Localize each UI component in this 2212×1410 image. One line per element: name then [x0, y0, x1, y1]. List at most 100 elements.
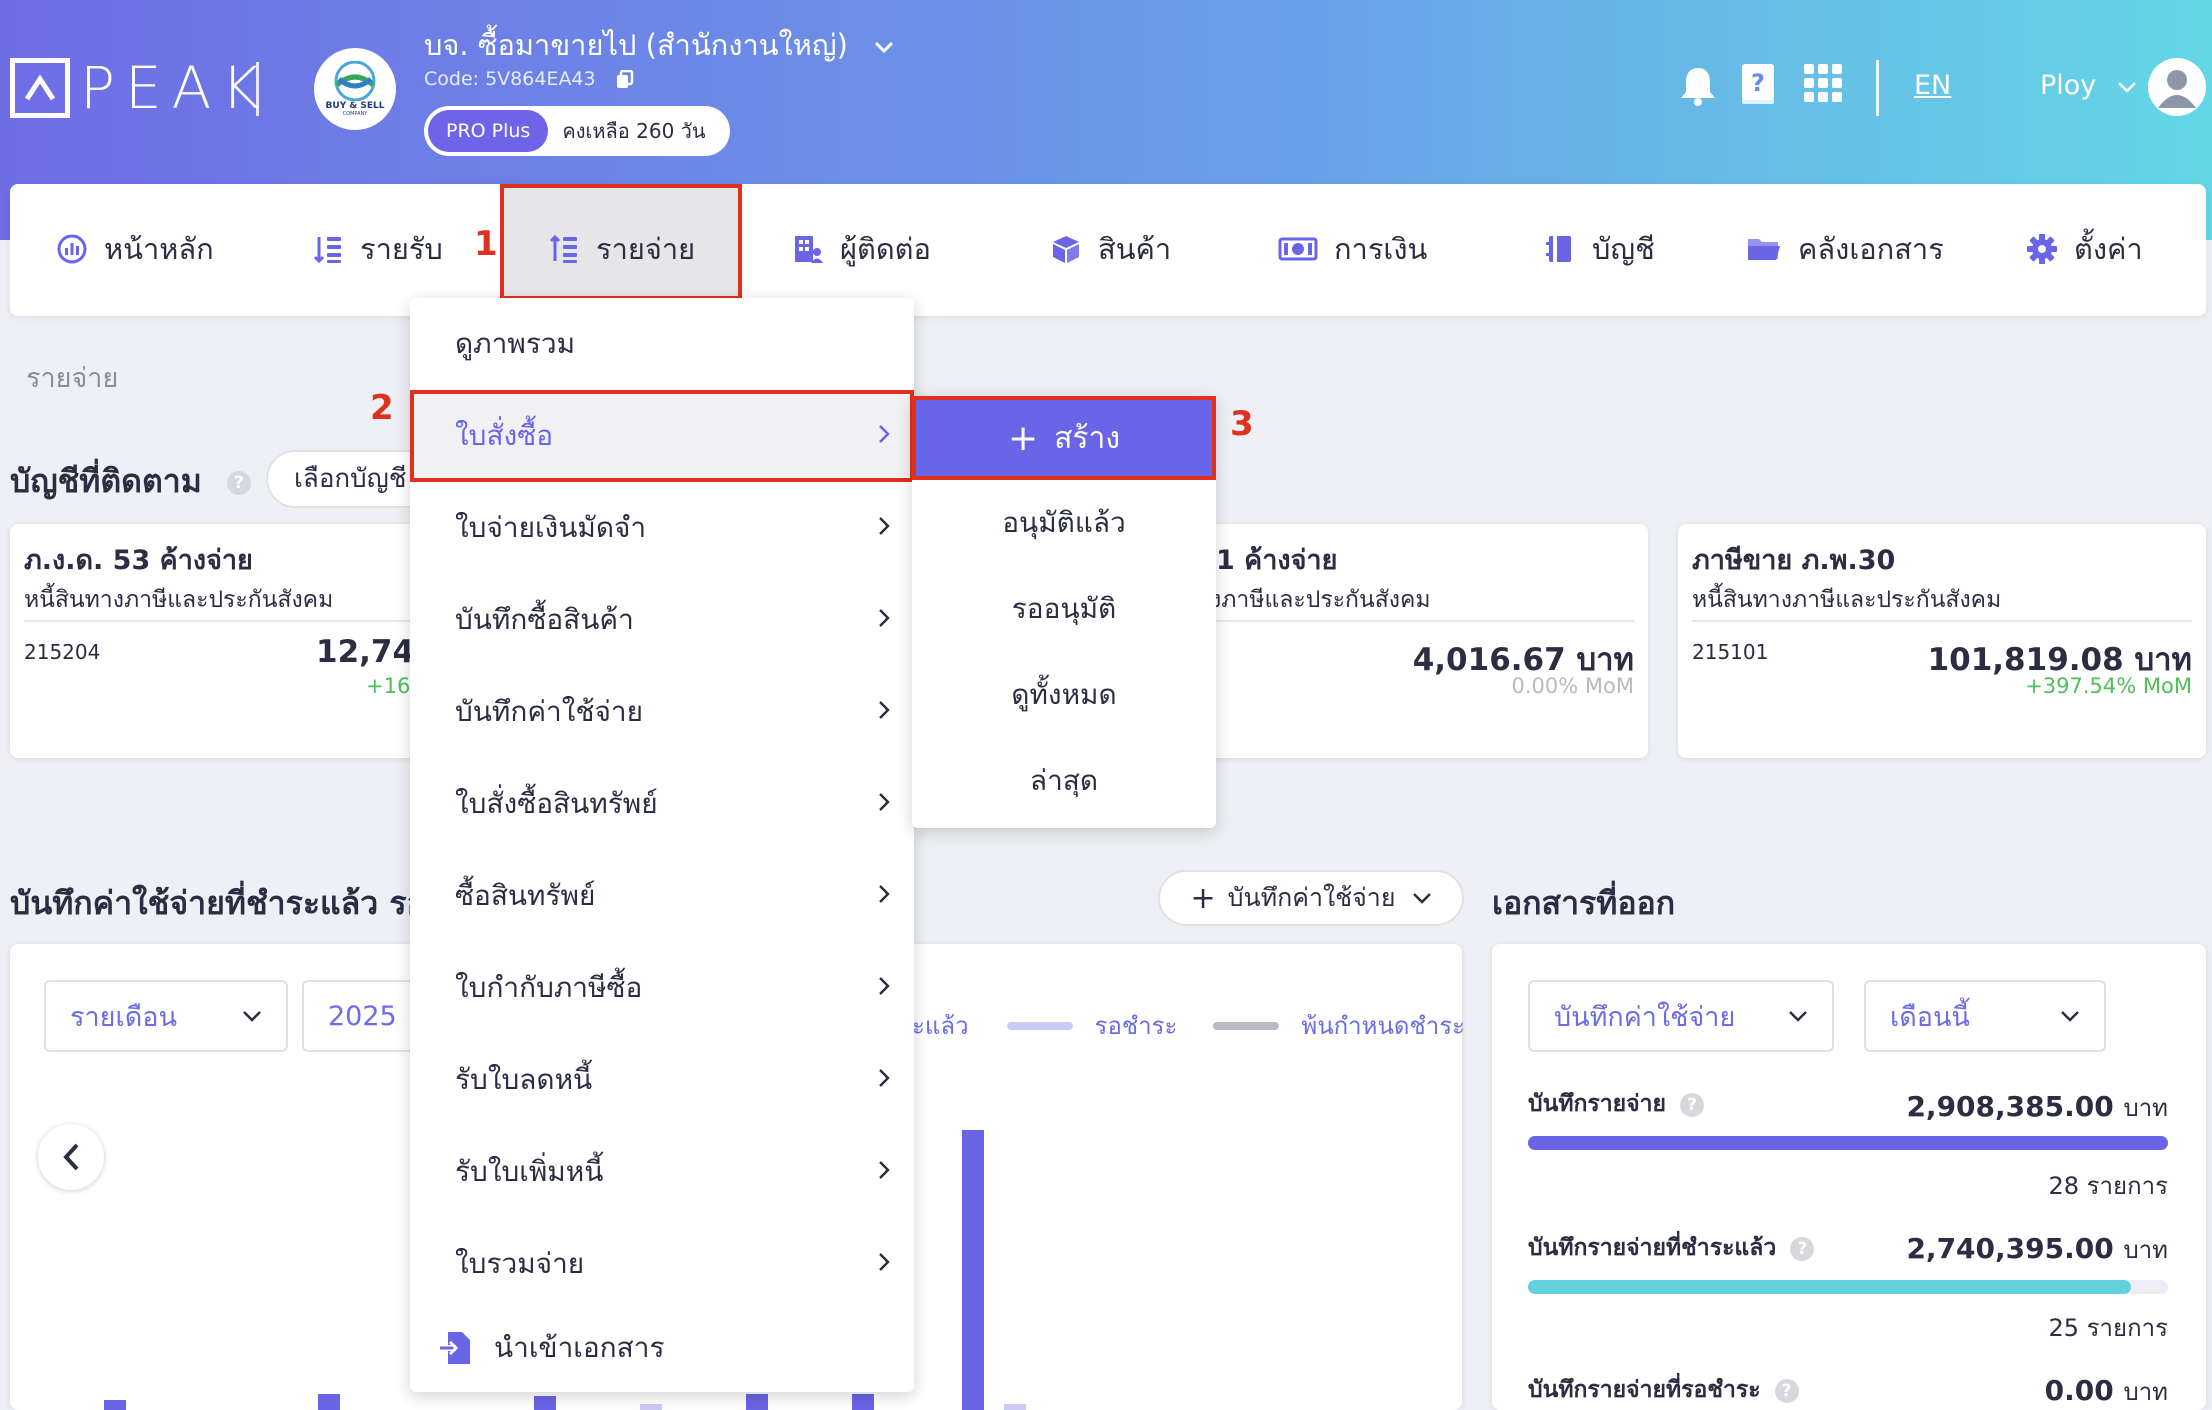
menu-item-purchase-goods[interactable]: บันทึกซื้อสินค้า	[410, 574, 914, 666]
summary-amount-unit: บาท	[2123, 1378, 2168, 1406]
help-icon[interactable]: ?	[226, 471, 251, 495]
menu-item-expense-record[interactable]: บันทึกค่าใช้จ่าย	[410, 666, 914, 758]
help-book-icon[interactable]: ?	[1740, 62, 1776, 106]
watched-card-2[interactable]: 1 ค้างจ่าย งภาษีและประกันสังคม 4,016.67 …	[1180, 524, 1648, 758]
menu-item-label: ใบรวมจ่าย	[455, 1247, 585, 1280]
doc-period-select[interactable]: เดือนนี้	[1864, 980, 2106, 1052]
card-divider	[1210, 620, 1634, 622]
help-icon[interactable]: ?	[1790, 1236, 1815, 1261]
chevron-right-icon	[879, 977, 890, 995]
menu-item-combined-payment[interactable]: ใบรวมจ่าย	[410, 1218, 914, 1310]
menu-item-purchase-tax-invoice[interactable]: ใบกำกับภาษีซื้อ	[410, 942, 914, 1034]
chevron-left-icon	[63, 1143, 79, 1171]
nav-item-accounts[interactable]: บัญชี	[1544, 224, 1655, 274]
peak-logo[interactable]: PEAK	[10, 58, 269, 118]
menu-item-overview[interactable]: ดูภาพรวม	[410, 298, 914, 390]
menu-item-credit-note[interactable]: รับใบลดหนี้	[410, 1034, 914, 1126]
submenu-item-view-all[interactable]: ดูทั้งหมด	[912, 652, 1216, 738]
menu-item-label: ใบสั่งซื้อสินทรัพย์	[455, 787, 658, 820]
card-subtitle: งภาษีและประกันสังคม	[1210, 587, 1431, 613]
company-code: Code: 5V864EA43	[424, 68, 596, 90]
gear-icon	[2027, 234, 2057, 264]
summary-amount-unit: บาท	[2123, 1094, 2168, 1122]
menu-item-label: รับใบลดหนี้	[455, 1063, 593, 1096]
year-select[interactable]: 2025	[302, 980, 422, 1052]
plan-pill[interactable]: PRO Plus คงเหลือ 260 วัน	[424, 106, 730, 156]
menu-item-deposit-payment[interactable]: ใบจ่ายเงินมัดจำ	[410, 482, 914, 574]
watched-card-3[interactable]: ภาษีขาย ภ.พ.30 หนี้สินทางภาษีและประกันสั…	[1678, 524, 2206, 758]
box-icon	[1053, 236, 1079, 263]
nav-item-documents[interactable]: คลังเอกสาร	[1746, 224, 1944, 274]
menu-item-buy-asset[interactable]: ซื้อสินทรัพย์	[410, 850, 914, 942]
summary-amount-value: 2,740,395.00	[1906, 1232, 2114, 1265]
menu-item-import-documents[interactable]: นำเข้าเอกสาร	[410, 1302, 914, 1394]
bell-icon[interactable]	[1678, 64, 1718, 106]
company-selector[interactable]: บจ. ซื้อมาขายไป (สำนักงานใหญ่)	[424, 22, 895, 68]
logo-text: PEAK	[80, 54, 270, 122]
chart-prev-button[interactable]	[38, 1124, 104, 1190]
docs-section-title: เอกสารที่ออก	[1492, 884, 1676, 922]
nav-item-products[interactable]: สินค้า	[1050, 224, 1171, 274]
doc-period-value: เดือนนี้	[1890, 1001, 1970, 1033]
nav-item-dashboard[interactable]: หน้าหลัก	[56, 224, 214, 274]
menu-item-label: ใบจ่ายเงินมัดจำ	[455, 511, 647, 544]
summary-label-text: บันทึกรายจ่าย	[1528, 1091, 1667, 1117]
user-menu[interactable]: Ploy	[2040, 70, 2137, 101]
period-select-value: รายเดือน	[70, 1001, 177, 1033]
submenu-item-latest[interactable]: ล่าสุด	[912, 738, 1216, 824]
help-icon[interactable]: ?	[1680, 1092, 1705, 1117]
submenu-item-pending-approval[interactable]: รออนุมัติ	[912, 566, 1216, 652]
nav-item-contacts[interactable]: ผู้ติดต่อ	[792, 224, 931, 274]
nav-label: รายรับ	[360, 232, 443, 266]
card-account-code: 215101	[1692, 640, 1769, 664]
nav-item-settings[interactable]: ตั้งค่า	[2026, 224, 2143, 274]
submenu-item-approved[interactable]: อนุมัติแล้ว	[912, 480, 1216, 566]
language-toggle[interactable]: EN	[1914, 70, 1951, 101]
nav-item-finance[interactable]: การเงิน	[1278, 224, 1427, 274]
logo-mark-icon	[10, 58, 70, 118]
card-mom: +397.54% MoM	[2025, 674, 2192, 698]
watched-card-1[interactable]: ภ.ง.ด. 53 ค้างจ่าย หนี้สินทางภาษีและประก…	[10, 524, 444, 758]
contacts-icon	[795, 236, 823, 263]
chevron-right-icon	[879, 1161, 890, 1179]
year-select-value: 2025	[328, 1000, 397, 1032]
copy-icon[interactable]	[616, 69, 634, 90]
expense-dropdown-menu: ดูภาพรวม ใบสั่งซื้อ ใบจ่ายเงินมัดจำ บันท…	[410, 298, 914, 1392]
create-purchase-order-button[interactable]: + สร้าง	[912, 396, 1216, 480]
chart-bar	[534, 1396, 556, 1410]
chevron-right-icon	[879, 885, 890, 903]
summary-amount-value: 0.00	[2044, 1374, 2114, 1407]
card-account-code: 215204	[24, 640, 101, 664]
summary-count-expense: 28 รายการ	[2048, 1172, 2169, 1200]
chevron-right-icon	[879, 609, 890, 627]
chevron-down-icon	[2061, 1011, 2079, 1022]
expense-icon	[549, 234, 577, 263]
chevron-right-icon	[879, 517, 890, 535]
menu-item-asset-purchase-order[interactable]: ใบสั่งซื้อสินทรัพย์	[410, 758, 914, 850]
chart-bar	[318, 1394, 340, 1410]
watched-accounts-title: บัญชีที่ติดตาม ?	[10, 456, 251, 507]
add-expense-button[interactable]: + บันทึกค่าใช้จ่าย	[1158, 870, 1464, 926]
help-icon[interactable]: ?	[1774, 1378, 1799, 1403]
avatar[interactable]	[2148, 58, 2206, 116]
apps-grid-icon[interactable]	[1804, 64, 1842, 102]
user-name: Ploy	[2040, 70, 2097, 101]
nav-label: รายจ่าย	[596, 232, 696, 266]
menu-item-purchase-order[interactable]: ใบสั่งซื้อ	[410, 390, 914, 482]
step-marker-1: 1	[474, 224, 498, 264]
chevron-right-icon	[879, 1069, 890, 1087]
doc-type-select[interactable]: บันทึกค่าใช้จ่าย	[1528, 980, 1834, 1052]
plan-days-remaining: คงเหลือ 260 วัน	[562, 119, 706, 143]
chart-bar	[104, 1400, 126, 1410]
nav-item-expense[interactable]: รายจ่าย	[548, 224, 695, 274]
card-title: ภ.ง.ด. 53 ค้างจ่าย	[24, 545, 253, 576]
chevron-right-icon	[879, 425, 890, 443]
card-subtitle: หนี้สินทางภาษีและประกันสังคม	[24, 587, 334, 613]
company-logo[interactable]: BUY & SELL COMPANY	[314, 48, 396, 130]
add-expense-label: บันทึกค่าใช้จ่าย	[1227, 883, 1396, 912]
nav-label: บัญชี	[1592, 232, 1655, 266]
handshake-icon	[334, 61, 376, 101]
menu-item-debit-note[interactable]: รับใบเพิ่มหนี้	[410, 1126, 914, 1218]
period-select[interactable]: รายเดือน	[44, 980, 288, 1052]
nav-item-income[interactable]: รายรับ	[312, 224, 443, 274]
